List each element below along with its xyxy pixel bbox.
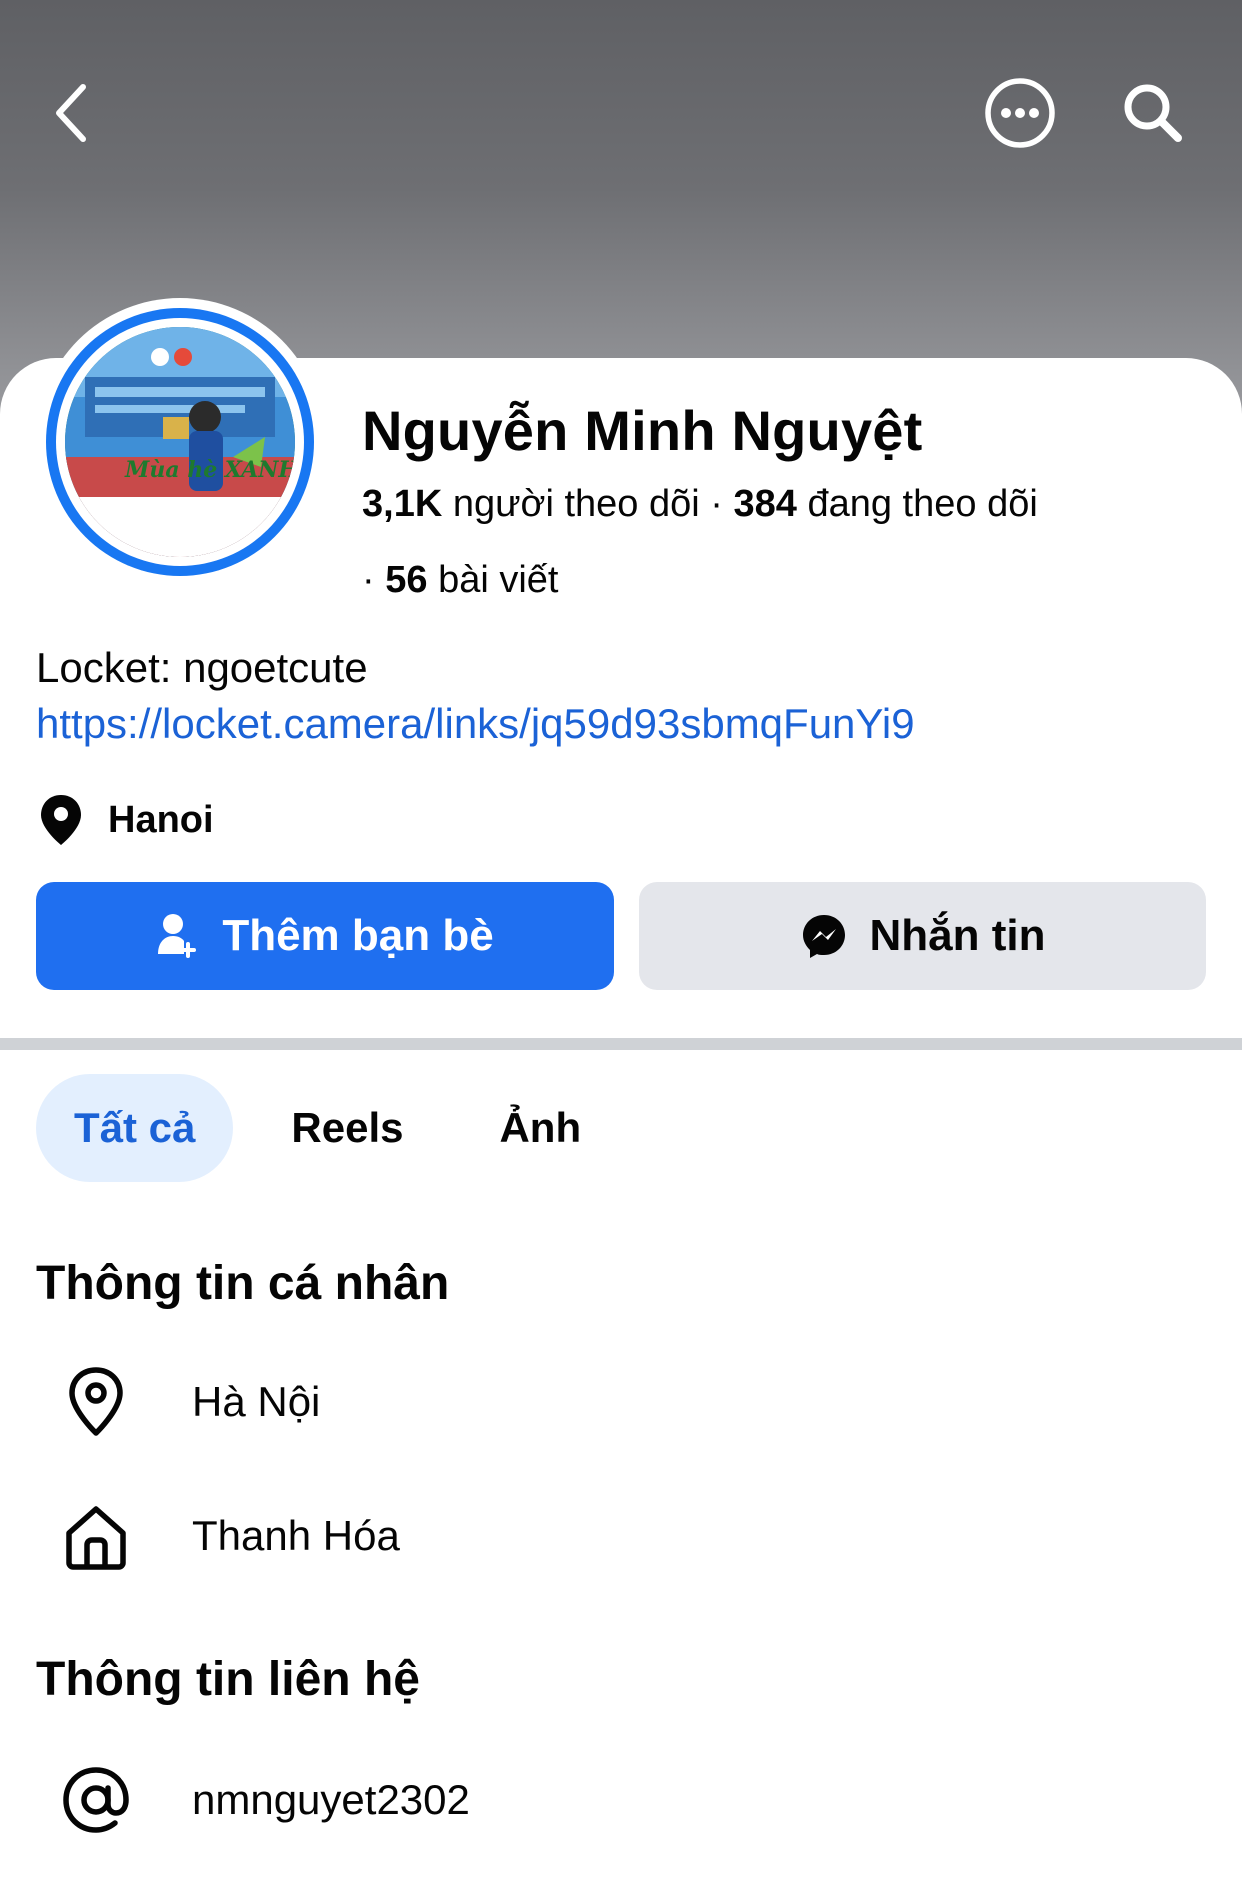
followers-count[interactable]: 3,1K	[362, 483, 442, 525]
map-pin-icon	[41, 795, 81, 845]
message-button[interactable]: Nhắn tin	[639, 882, 1206, 990]
posts-stats: · 56 bài viết	[362, 556, 558, 604]
home-icon	[66, 1506, 126, 1570]
more-horizontal-icon	[985, 78, 1055, 148]
map-pin-outline-icon	[69, 1367, 123, 1436]
bio: Locket: ngoetcute https://locket.camera/…	[36, 640, 915, 752]
stats-separator-2: ·	[362, 559, 375, 601]
hometown-text: Thanh Hóa	[192, 1512, 400, 1559]
current-city-text: Hà Nội	[192, 1378, 321, 1425]
search-button[interactable]	[1108, 68, 1198, 158]
following-label[interactable]: đang theo dõi	[807, 483, 1037, 525]
avatar-inner-border: Mùa hè XANH	[56, 318, 304, 566]
avatar-photo: Mùa hè XANH	[65, 327, 295, 557]
stats-separator: ·	[710, 483, 723, 525]
bio-text: Locket: ngoetcute	[36, 644, 368, 691]
username-text[interactable]: nmnguyet2302	[192, 1776, 470, 1824]
posts-label: bài viết	[438, 559, 559, 601]
add-person-icon	[158, 914, 197, 958]
username-row: nmnguyet2302	[60, 1764, 470, 1836]
followers-label[interactable]: người theo dõi	[453, 483, 700, 525]
add-friend-button[interactable]: Thêm bạn bè	[36, 882, 614, 990]
posts-count: 56	[385, 559, 428, 601]
message-label: Nhắn tin	[869, 911, 1046, 960]
bio-link[interactable]: https://locket.camera/links/jq59d93sbmqF…	[36, 696, 915, 752]
messenger-icon	[802, 915, 845, 958]
contact-info-title: Thông tin liên hệ	[36, 1653, 420, 1706]
follow-stats: 3,1K người theo dõi · 384 đang theo dõi	[362, 480, 1038, 528]
at-sign-icon	[63, 1767, 129, 1833]
hometown-row: Thanh Hóa	[60, 1500, 400, 1572]
intro-location: Hanoi	[36, 792, 214, 848]
avatar-story-ring: Mùa hè XANH	[46, 308, 314, 576]
profile-tabs: Tất cả Reels Ảnh	[36, 1074, 639, 1182]
profile-name: Nguyễn Minh Nguyệt	[362, 399, 923, 462]
chevron-left-icon	[56, 84, 86, 142]
section-divider	[0, 1038, 1242, 1050]
avatar-illustration: Mùa hè XANH	[65, 327, 295, 557]
add-friend-label: Thêm bạn bè	[222, 911, 494, 960]
back-button[interactable]	[26, 68, 116, 158]
search-icon	[1124, 84, 1182, 142]
location-text: Hanoi	[108, 798, 214, 841]
current-city-row: Hà Nội	[60, 1366, 320, 1438]
tab-photos[interactable]: Ảnh	[461, 1074, 619, 1182]
personal-info-title: Thông tin cá nhân	[36, 1257, 450, 1310]
following-count[interactable]: 384	[733, 483, 796, 525]
avatar-caption-small: Mùa hè XANH	[124, 457, 295, 483]
tab-all[interactable]: Tất cả	[36, 1074, 234, 1182]
more-options-button[interactable]	[975, 68, 1065, 158]
avatar[interactable]: Mùa hè XANH	[36, 298, 324, 586]
tab-reels[interactable]: Reels	[253, 1074, 441, 1182]
